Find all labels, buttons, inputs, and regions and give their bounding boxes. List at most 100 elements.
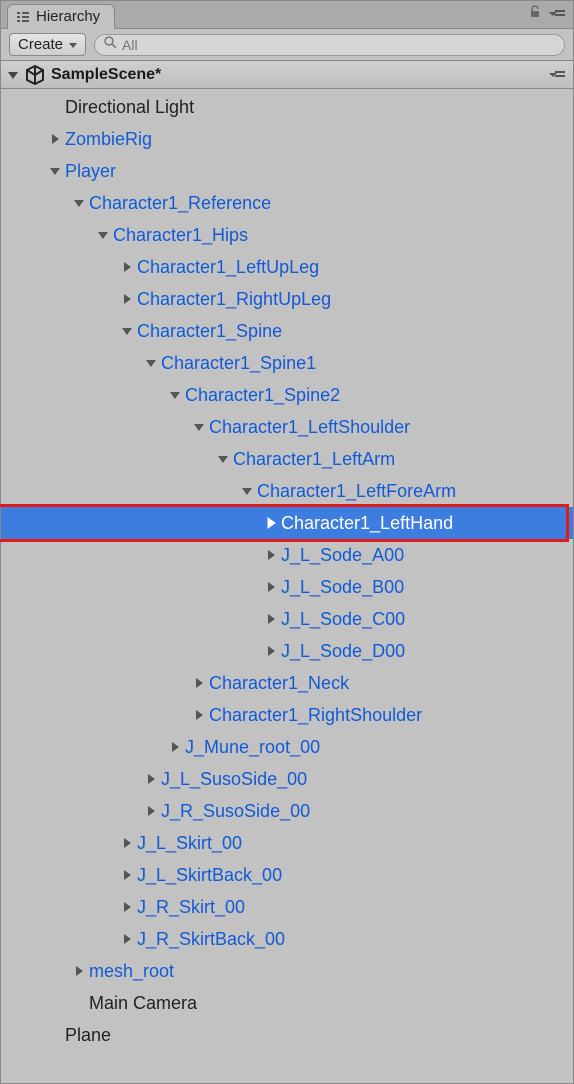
hierarchy-item-label: J_L_Skirt_00 (137, 833, 242, 854)
hierarchy-tab-icon (16, 10, 30, 24)
foldout-closed-icon[interactable] (143, 771, 159, 787)
tab-bar: Hierarchy (1, 1, 573, 29)
search-input[interactable] (122, 37, 556, 53)
hierarchy-item-label: Character1_Neck (209, 673, 349, 694)
hierarchy-item-label: Character1_RightShoulder (209, 705, 422, 726)
hierarchy-item-label: Character1_Hips (113, 225, 248, 246)
foldout-closed-icon[interactable] (263, 547, 279, 563)
hierarchy-item[interactable]: Character1_Spine1 (1, 347, 573, 379)
hierarchy-item-label: J_L_Sode_D00 (281, 641, 405, 662)
hierarchy-item-label: mesh_root (89, 961, 174, 982)
create-button[interactable]: Create (9, 33, 86, 56)
dropdown-icon (69, 36, 77, 53)
foldout-open-icon[interactable] (119, 323, 135, 339)
hierarchy-tree[interactable]: Directional Light ZombieRig Player Characte… (1, 89, 573, 1051)
hierarchy-item[interactable]: Character1_Reference (1, 187, 573, 219)
hierarchy-item[interactable]: J_L_Skirt_00 (1, 827, 573, 859)
foldout-open-icon[interactable] (239, 483, 255, 499)
hierarchy-item[interactable]: Character1_LeftArm (1, 443, 573, 475)
foldout-open-icon[interactable] (95, 227, 111, 243)
hierarchy-tab[interactable]: Hierarchy (7, 4, 115, 29)
hierarchy-item[interactable]: J_L_SusoSide_00 (1, 763, 573, 795)
scene-title: SampleScene* (51, 66, 161, 84)
unity-logo-icon (25, 65, 45, 85)
hierarchy-item[interactable]: J_Mune_root_00 (1, 731, 573, 763)
foldout-open-icon[interactable] (191, 419, 207, 435)
hierarchy-item-label: Main Camera (89, 993, 197, 1014)
foldout-closed-icon[interactable] (119, 259, 135, 275)
hierarchy-item-label: Character1_LeftUpLeg (137, 257, 319, 278)
hierarchy-item[interactable]: J_R_Skirt_00 (1, 891, 573, 923)
hierarchy-item-label: Plane (65, 1025, 111, 1046)
scene-context-menu-icon[interactable] (549, 70, 565, 80)
foldout-closed-icon[interactable] (167, 739, 183, 755)
hierarchy-item[interactable]: Character1_LeftForeArm (1, 475, 573, 507)
foldout-open-icon[interactable] (47, 163, 63, 179)
hierarchy-item[interactable]: Character1_Spine (1, 315, 573, 347)
hierarchy-item-label: Character1_LeftShoulder (209, 417, 410, 438)
foldout-open-icon[interactable] (143, 355, 159, 371)
hierarchy-item[interactable]: Character1_RightShoulder (1, 699, 573, 731)
foldout-open-icon[interactable] (215, 451, 231, 467)
no-arrow-icon (71, 995, 87, 1011)
hierarchy-item[interactable]: J_L_Sode_C00 (1, 603, 573, 635)
hierarchy-item-label: ZombieRig (65, 129, 152, 150)
foldout-open-icon[interactable] (167, 387, 183, 403)
hierarchy-item[interactable]: J_L_SkirtBack_00 (1, 859, 573, 891)
hierarchy-tab-label: Hierarchy (36, 8, 100, 25)
search-icon (103, 35, 117, 54)
foldout-closed-icon[interactable] (263, 611, 279, 627)
hierarchy-item[interactable]: Character1_Hips (1, 219, 573, 251)
foldout-closed-icon[interactable] (263, 515, 279, 531)
hierarchy-item[interactable]: ZombieRig (1, 123, 573, 155)
scene-header[interactable]: SampleScene* (1, 61, 573, 89)
hierarchy-item-label: J_L_Sode_A00 (281, 545, 404, 566)
hierarchy-item[interactable]: Character1_LeftHand (1, 507, 573, 539)
foldout-closed-icon[interactable] (119, 931, 135, 947)
hierarchy-item-label: Character1_Spine1 (161, 353, 316, 374)
toolbar: Create (1, 29, 573, 61)
hierarchy-item[interactable]: Main Camera (1, 987, 573, 1019)
foldout-closed-icon[interactable] (119, 867, 135, 883)
hierarchy-item[interactable]: mesh_root (1, 955, 573, 987)
hierarchy-item[interactable]: Character1_LeftUpLeg (1, 251, 573, 283)
hierarchy-item-label: Player (65, 161, 116, 182)
hierarchy-item[interactable]: J_L_Sode_D00 (1, 635, 573, 667)
hierarchy-item[interactable]: J_L_Sode_B00 (1, 571, 573, 603)
hierarchy-item[interactable]: Character1_Spine2 (1, 379, 573, 411)
foldout-closed-icon[interactable] (71, 963, 87, 979)
hierarchy-item-label: Character1_LeftHand (281, 513, 453, 534)
lock-icon[interactable] (529, 5, 541, 24)
foldout-closed-icon[interactable] (119, 899, 135, 915)
foldout-closed-icon[interactable] (263, 643, 279, 659)
hierarchy-item[interactable]: Character1_RightUpLeg (1, 283, 573, 315)
foldout-open-icon[interactable] (71, 195, 87, 211)
hierarchy-item-label: Directional Light (65, 97, 194, 118)
hierarchy-item-label: Character1_RightUpLeg (137, 289, 331, 310)
scene-foldout-icon[interactable] (7, 69, 19, 81)
foldout-closed-icon[interactable] (191, 707, 207, 723)
no-arrow-icon (47, 99, 63, 115)
foldout-closed-icon[interactable] (47, 131, 63, 147)
foldout-closed-icon[interactable] (119, 291, 135, 307)
foldout-closed-icon[interactable] (143, 803, 159, 819)
hierarchy-item[interactable]: Character1_Neck (1, 667, 573, 699)
hierarchy-item[interactable]: Player (1, 155, 573, 187)
hierarchy-item-label: Character1_LeftForeArm (257, 481, 456, 502)
search-box[interactable] (94, 34, 565, 56)
hierarchy-item[interactable]: Plane (1, 1019, 573, 1051)
panel-lock-area (529, 5, 565, 24)
panel-context-menu-icon[interactable] (549, 6, 565, 24)
hierarchy-item[interactable]: J_R_SusoSide_00 (1, 795, 573, 827)
no-arrow-icon (47, 1027, 63, 1043)
hierarchy-item-label: J_R_Skirt_00 (137, 897, 245, 918)
hierarchy-item-label: J_R_SkirtBack_00 (137, 929, 285, 950)
foldout-closed-icon[interactable] (191, 675, 207, 691)
foldout-closed-icon[interactable] (263, 579, 279, 595)
hierarchy-item[interactable]: J_R_SkirtBack_00 (1, 923, 573, 955)
hierarchy-item[interactable]: Character1_LeftShoulder (1, 411, 573, 443)
hierarchy-item[interactable]: J_L_Sode_A00 (1, 539, 573, 571)
create-button-label: Create (18, 36, 63, 53)
hierarchy-item[interactable]: Directional Light (1, 91, 573, 123)
foldout-closed-icon[interactable] (119, 835, 135, 851)
